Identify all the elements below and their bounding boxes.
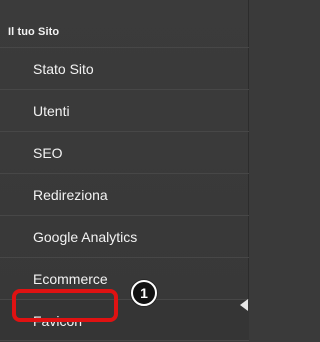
sidebar-item-label: Redireziona [33, 187, 108, 203]
sidebar-menu: Stato Sito Utenti SEO Redireziona Google… [0, 47, 249, 341]
sidebar-panel: Il tuo Sito Stato Sito Utenti SEO Redire… [0, 0, 249, 341]
sidebar-item-label: Utenti [33, 103, 70, 119]
sidebar-item-seo[interactable]: SEO [0, 131, 249, 173]
sidebar-item-ecommerce[interactable]: Ecommerce [0, 257, 249, 299]
sidebar-item-favicon[interactable]: Favicon [0, 299, 249, 341]
sidebar-item-google-analytics[interactable]: Google Analytics [0, 215, 249, 257]
sidebar-item-redireziona[interactable]: Redireziona [0, 173, 249, 215]
sidebar-item-stato-sito[interactable]: Stato Sito [0, 47, 249, 89]
sidebar-item-utenti[interactable]: Utenti [0, 89, 249, 131]
sidebar-item-label: Google Analytics [33, 229, 138, 245]
section-title: Il tuo Sito [8, 26, 60, 38]
sidebar-item-label: SEO [33, 145, 63, 161]
sidebar-item-label: Ecommerce [33, 271, 108, 287]
active-item-arrow-icon [240, 299, 248, 311]
sidebar-item-label: Favicon [33, 313, 83, 329]
step-badge: 1 [131, 280, 157, 306]
sidebar-item-label: Stato Sito [33, 61, 94, 77]
